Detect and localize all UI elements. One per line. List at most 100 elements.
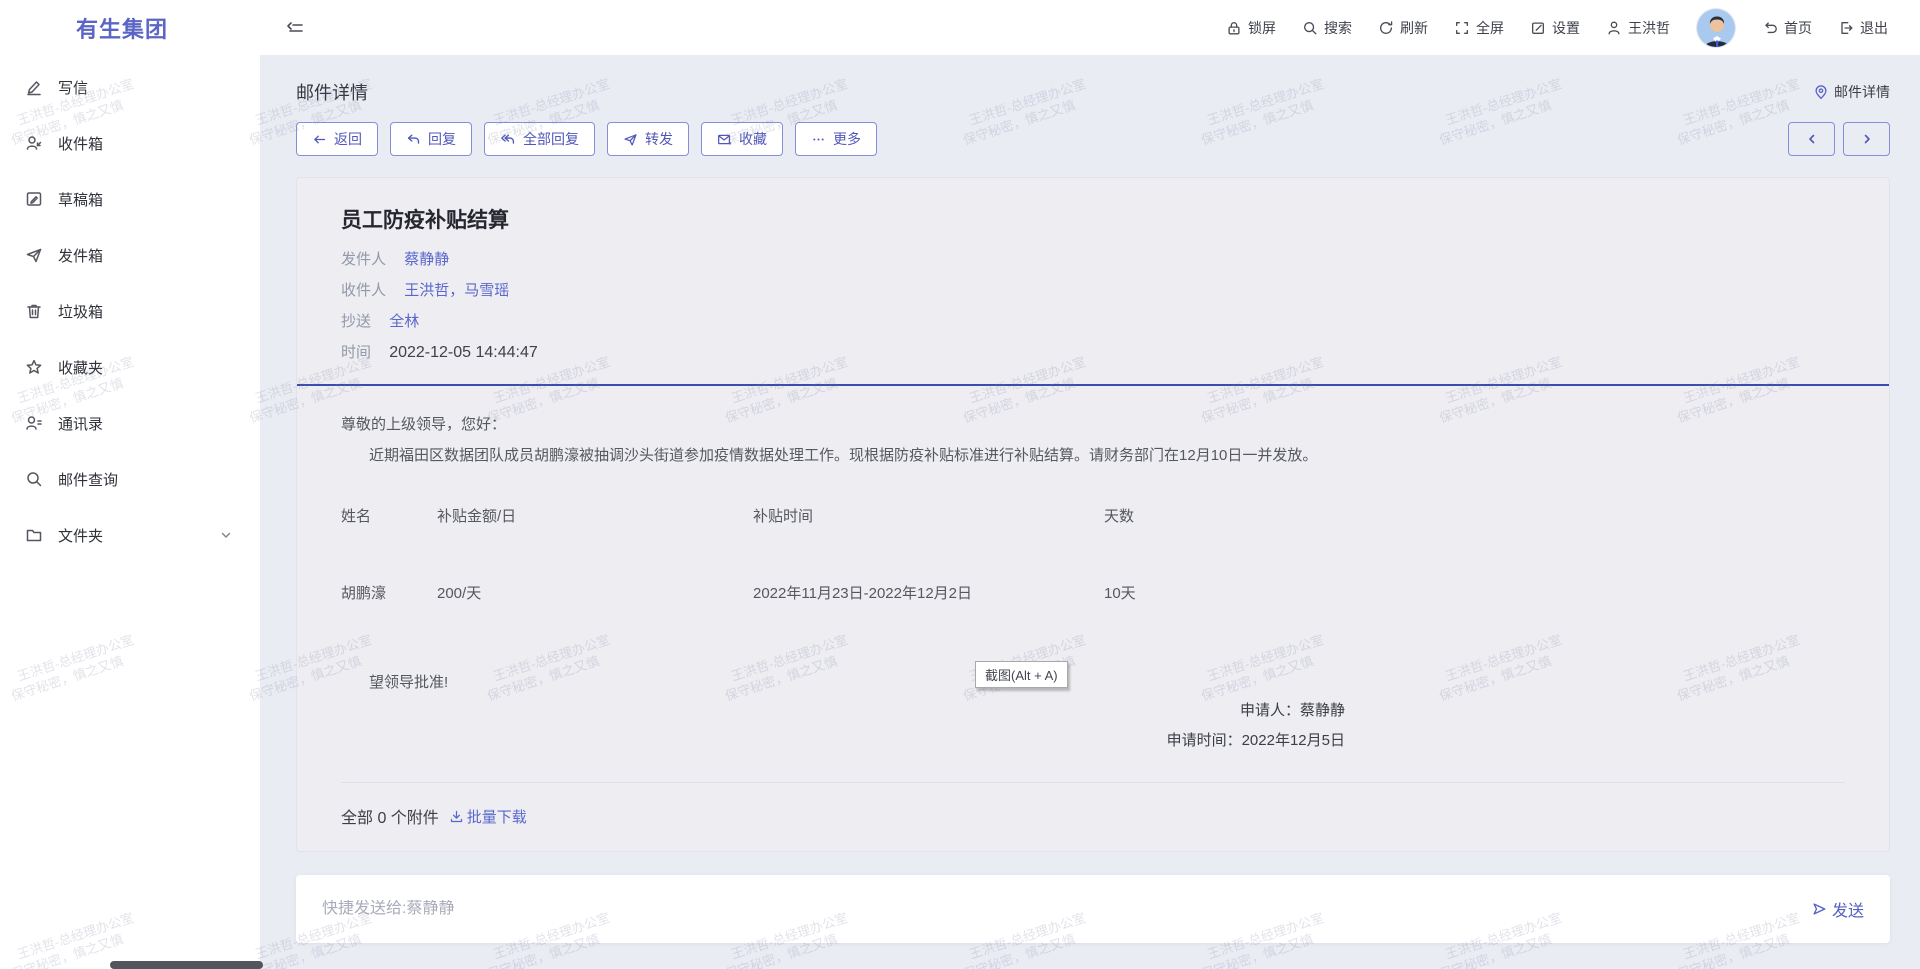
greeting-text: 尊敬的上级领导，您好：: [341, 414, 1845, 436]
reply-button[interactable]: 回复: [390, 122, 472, 156]
mail-from-row: 发件人 蔡静静: [341, 244, 1845, 275]
sent-icon: [25, 246, 43, 264]
settings-button[interactable]: 设置: [1530, 18, 1580, 38]
mail-pager: [1788, 122, 1890, 156]
menu-fold-icon: [285, 18, 305, 38]
sidebar-item-trash[interactable]: 垃圾箱: [0, 283, 260, 339]
sidebar-item-drafts[interactable]: 草稿箱: [0, 171, 260, 227]
send-icon: [1811, 901, 1827, 917]
lock-icon: [1226, 20, 1242, 36]
chevron-right-icon: [1861, 133, 1873, 145]
user-name: 王洪哲: [1628, 18, 1670, 38]
sidebar-item-folders[interactable]: 文件夹: [0, 507, 260, 563]
avatar-photo: [1697, 9, 1736, 48]
mail-subject: 员工防疫补贴结算: [341, 204, 1845, 234]
lock-screen-button[interactable]: 锁屏: [1226, 18, 1276, 38]
col-header-period: 补贴时间: [753, 505, 1104, 526]
cell-days: 10天: [1104, 582, 1845, 603]
sender-link[interactable]: 蔡静静: [404, 251, 449, 268]
table-header-row: 姓名 补贴金额/日 补贴时间 天数: [341, 505, 1845, 526]
cell-amount: 200/天: [437, 582, 753, 603]
search-icon: [1302, 20, 1318, 36]
favorite-button[interactable]: 收藏: [701, 122, 783, 156]
col-header-name: 姓名: [341, 505, 437, 526]
table-row: 胡鹏濠 200/天 2022年11月23日-2022年12月2日 10天: [341, 582, 1845, 603]
fullscreen-button[interactable]: 全屏: [1454, 18, 1504, 38]
location-pin-icon: [1813, 84, 1829, 100]
home-return-icon: [1762, 20, 1778, 36]
folder-icon: [25, 526, 43, 544]
sidebar-item-contacts[interactable]: 通讯录: [0, 395, 260, 451]
sidebar-collapse-button[interactable]: [285, 18, 305, 38]
mail-action-toolbar: 返回 回复 全部回复 转发 收藏 更多: [296, 122, 1890, 156]
send-button[interactable]: 发送: [1811, 897, 1864, 921]
mail-cc-row: 抄送 全林: [341, 306, 1845, 337]
mail-search-icon: [25, 470, 43, 488]
quick-send-bar: 发送: [296, 875, 1890, 943]
cc-link[interactable]: 全林: [389, 313, 419, 330]
applicant-name: 蔡静静: [1300, 702, 1345, 719]
mail-to-row: 收件人 王洪哲，马雪瑶: [341, 275, 1845, 306]
sidebar-item-favorites[interactable]: 收藏夹: [0, 339, 260, 395]
refresh-icon: [1378, 20, 1394, 36]
favorite-mail-icon: [717, 132, 732, 147]
home-button[interactable]: 首页: [1762, 18, 1812, 38]
avatar[interactable]: [1696, 8, 1736, 48]
contacts-icon: [25, 414, 43, 432]
forward-icon: [623, 132, 638, 147]
mail-time: 2022-12-05 14:44:47: [389, 344, 538, 361]
closing-text: 望领导批准!: [369, 671, 1845, 692]
refresh-button[interactable]: 刷新: [1378, 18, 1428, 38]
forward-button[interactable]: 转发: [607, 122, 689, 156]
reply-all-button[interactable]: 全部回复: [484, 122, 595, 156]
mail-body: 尊敬的上级领导，您好： 近期福田区数据团队成员胡鹏濠被抽调沙头街道参加疫情数据处…: [297, 386, 1889, 756]
col-header-days: 天数: [1104, 505, 1845, 526]
fullscreen-icon: [1454, 20, 1470, 36]
arrow-left-icon: [312, 132, 327, 147]
sidebar-item-compose[interactable]: 写信: [0, 59, 260, 115]
screenshot-tooltip: 截图(Alt + A): [975, 661, 1068, 688]
sidebar-item-mail-search[interactable]: 邮件查询: [0, 451, 260, 507]
topbar: 有生集团 锁屏 搜索 刷新 全屏 设置 王洪哲: [0, 0, 1920, 55]
search-button[interactable]: 搜索: [1302, 18, 1352, 38]
chevron-down-icon: [220, 529, 232, 541]
current-user[interactable]: 王洪哲: [1606, 18, 1670, 38]
col-header-amount: 补贴金额/日: [437, 505, 753, 526]
drafts-icon: [25, 190, 43, 208]
brand-logo: 有生集团: [0, 12, 260, 44]
next-mail-button[interactable]: [1843, 122, 1890, 156]
mail-time-row: 时间 2022-12-05 14:44:47: [341, 337, 1845, 368]
inbox-icon: [25, 134, 43, 152]
quick-send-input[interactable]: [322, 900, 1811, 918]
recipients-link[interactable]: 王洪哲，马雪瑶: [404, 282, 509, 299]
trash-icon: [25, 302, 43, 320]
sidebar-item-inbox[interactable]: 收件箱: [0, 115, 260, 171]
content-header: 邮件详情 邮件详情: [296, 79, 1890, 105]
horizontal-scrollbar-thumb[interactable]: [110, 961, 263, 969]
applicant-line: 申请人：蔡静静: [341, 696, 1345, 726]
main-content: 邮件详情 邮件详情 返回 回复 全部回复 转发 收藏 更多: [260, 55, 1920, 969]
compose-icon: [25, 78, 43, 96]
page-title: 邮件详情: [296, 79, 368, 105]
subsidy-table: 姓名 补贴金额/日 补贴时间 天数 胡鹏濠 200/天 2022年11月23日-…: [341, 505, 1845, 603]
cell-name: 胡鹏濠: [341, 582, 437, 603]
topbar-actions: 锁屏 搜索 刷新 全屏 设置 王洪哲 首页: [1226, 8, 1920, 48]
batch-download-link[interactable]: 批量下载: [449, 806, 527, 827]
sidebar-item-sent[interactable]: 发件箱: [0, 227, 260, 283]
sidebar: 写信 收件箱 草稿箱 发件箱 垃圾箱 收藏夹 通讯录 邮件查询 文件夹: [0, 55, 260, 969]
signature-block: 申请人：蔡静静 申请时间：2022年12月5日: [341, 696, 1845, 756]
mail-header: 员工防疫补贴结算 发件人 蔡静静 收件人 王洪哲，马雪瑶 抄送 全林 时间 20…: [297, 178, 1889, 386]
more-button[interactable]: 更多: [795, 122, 877, 156]
apply-time-line: 申请时间：2022年12月5日: [341, 726, 1345, 756]
settings-icon: [1530, 20, 1546, 36]
back-button[interactable]: 返回: [296, 122, 378, 156]
reply-all-icon: [500, 132, 516, 147]
download-icon: [449, 809, 464, 824]
logout-button[interactable]: 退出: [1838, 18, 1888, 38]
chevron-left-icon: [1806, 133, 1818, 145]
star-icon: [25, 358, 43, 376]
prev-mail-button[interactable]: [1788, 122, 1835, 156]
reply-icon: [406, 132, 421, 147]
more-icon: [811, 132, 826, 147]
attachments-summary: 全部 0 个附件: [341, 804, 439, 828]
